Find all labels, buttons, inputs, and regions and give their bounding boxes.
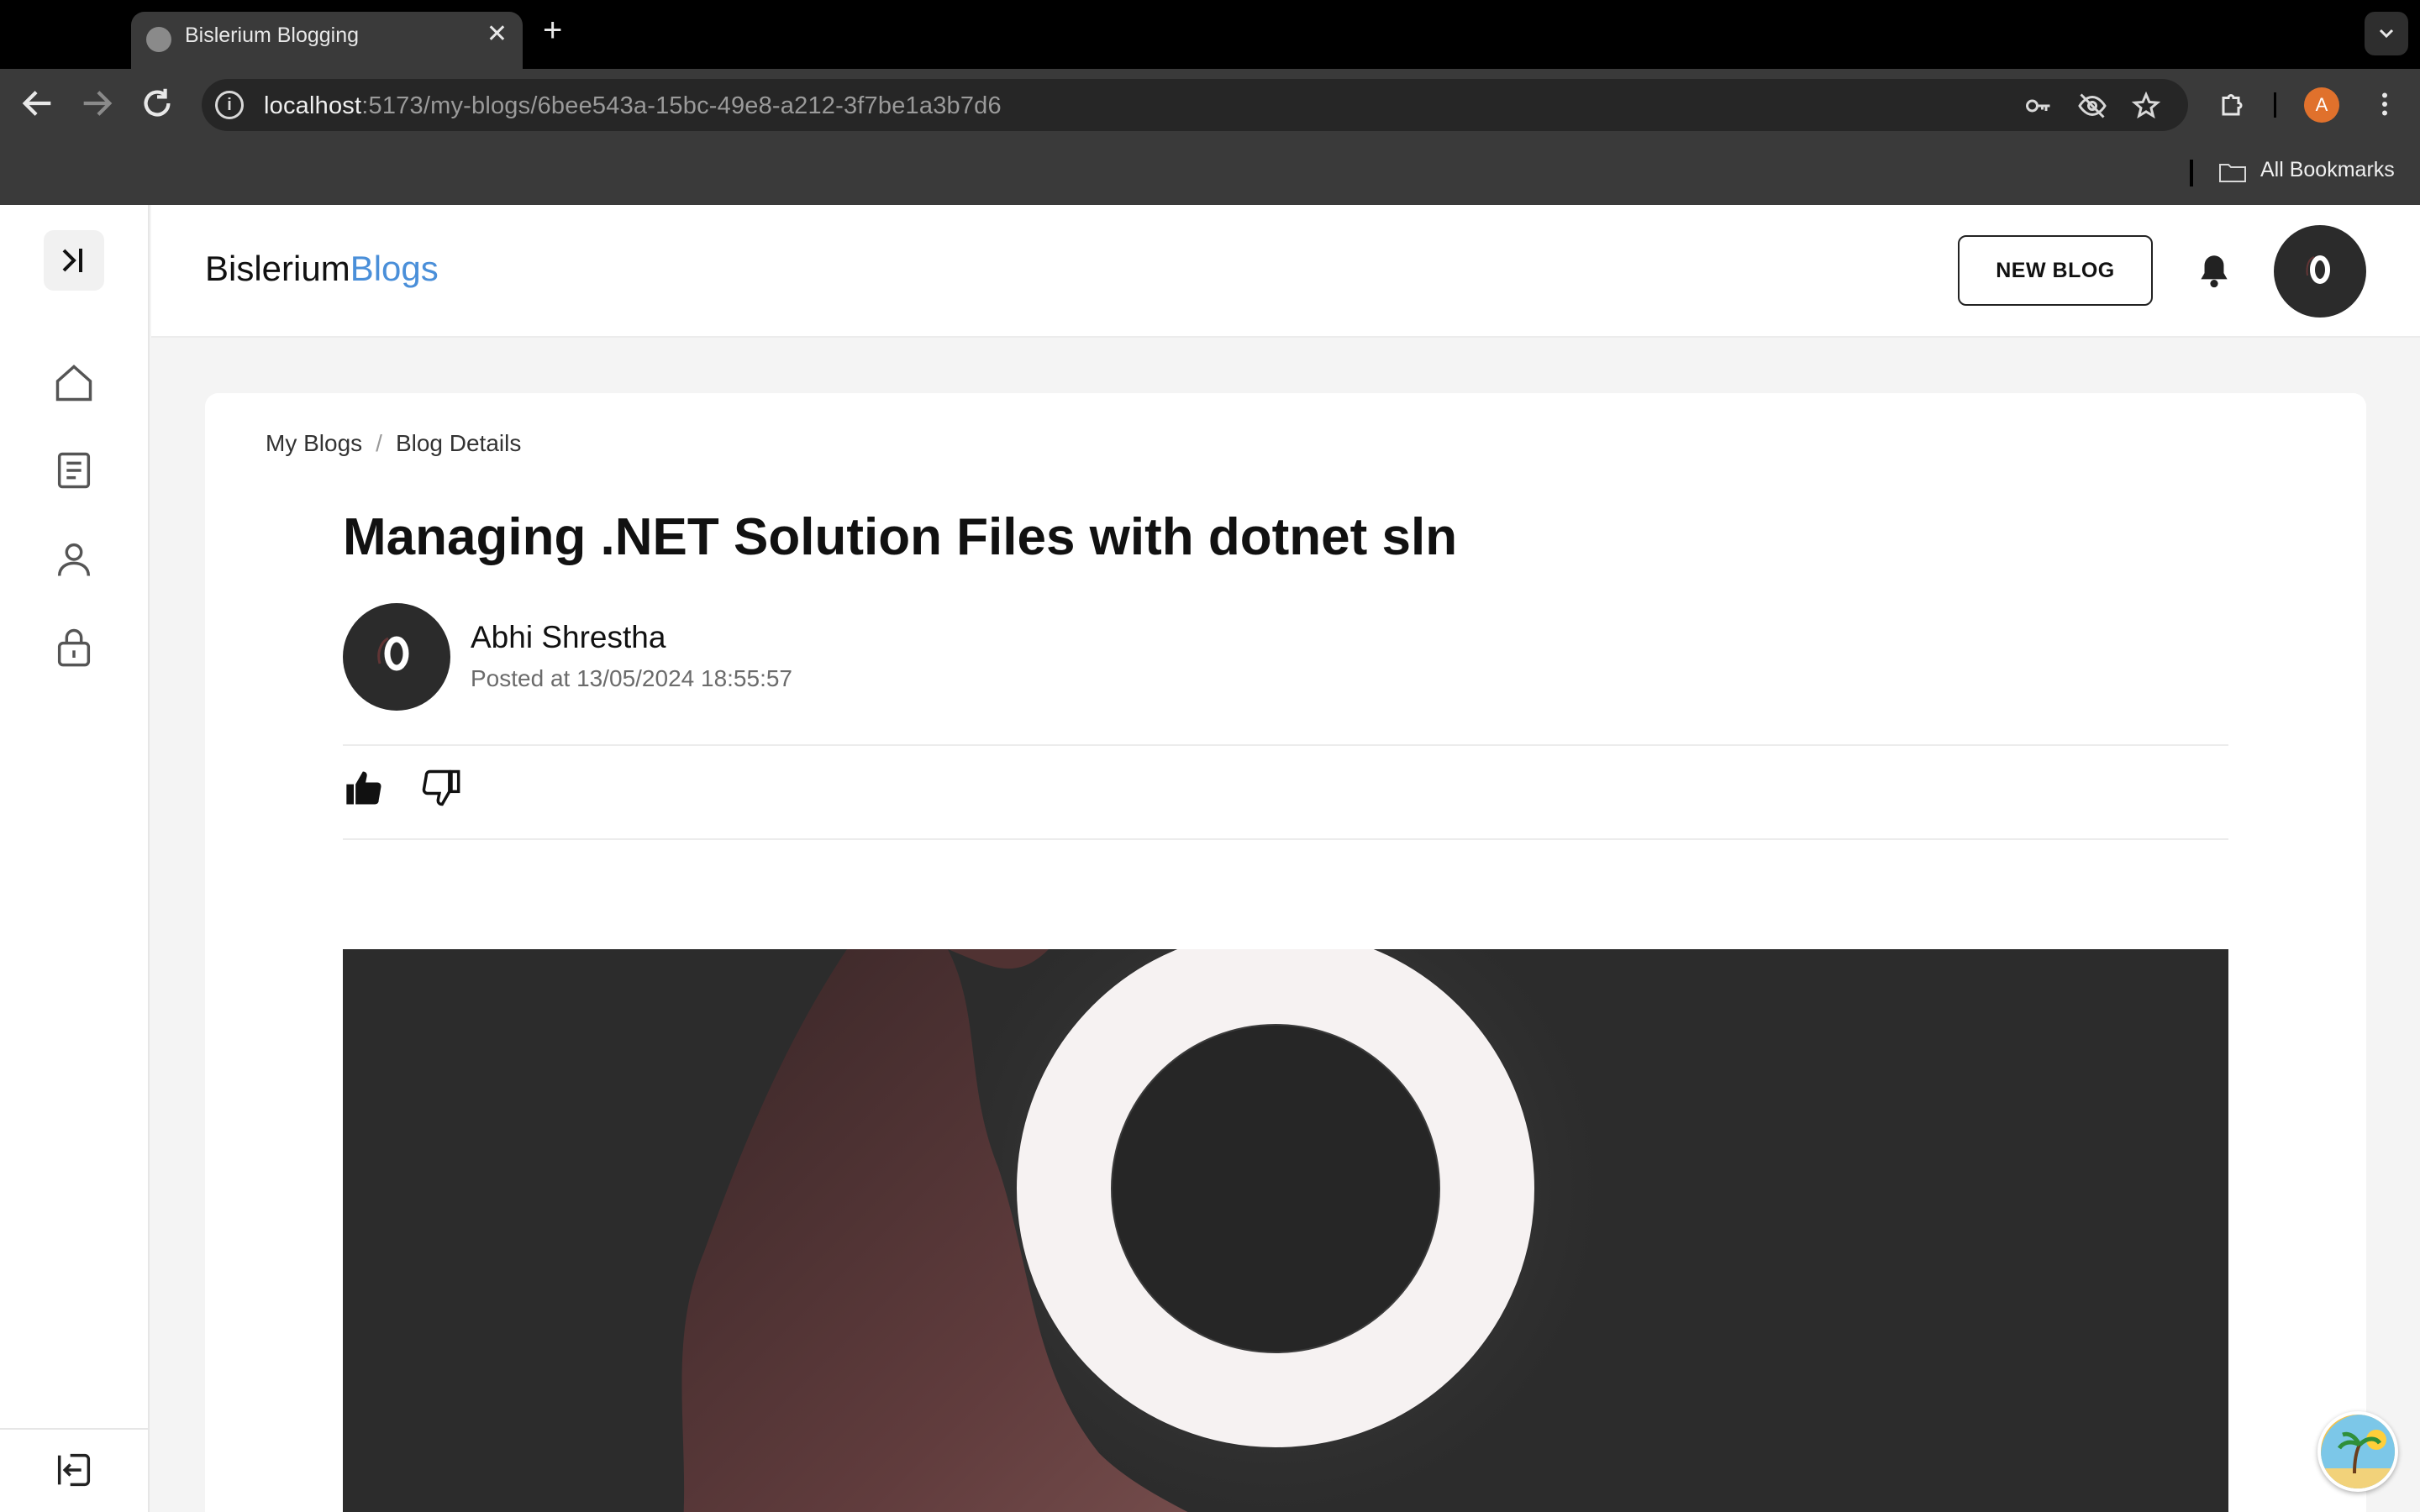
divider — [343, 744, 2228, 746]
post-title: Managing .NET Solution Files with dotnet… — [343, 508, 1458, 566]
sidebar — [0, 205, 150, 1512]
thumbs-down-icon[interactable] — [418, 766, 462, 810]
chevron-down-icon — [2379, 29, 2394, 39]
ring-light-hand-photo — [343, 949, 2228, 1512]
expand-sidebar-icon — [62, 249, 82, 272]
extensions-puzzle-icon[interactable] — [2218, 89, 2249, 119]
breadcrumb: My Blogs / Blog Details — [266, 430, 521, 457]
ring-light-avatar-image — [377, 636, 409, 671]
brand-logo[interactable]: BisleriumBlogs — [205, 249, 439, 289]
floating-assistant-icon[interactable] — [2317, 1411, 2398, 1492]
beach-palm-icon — [2321, 1415, 2395, 1488]
forward-arrow-icon[interactable] — [77, 84, 116, 123]
logout-icon[interactable] — [52, 1448, 96, 1492]
notification-bell-icon[interactable] — [2193, 250, 2235, 292]
divider — [343, 838, 2228, 840]
author-avatar[interactable] — [343, 603, 450, 711]
home-icon[interactable] — [52, 361, 96, 405]
bookmarks-bar: All Bookmarks — [0, 138, 2420, 205]
posted-timestamp: Posted at 13/05/2024 18:55:57 — [471, 665, 792, 691]
new-tab-icon[interactable]: + — [543, 13, 562, 47]
breadcrumb-my-blogs[interactable]: My Blogs — [266, 430, 362, 456]
user-avatar[interactable] — [2274, 225, 2366, 318]
sidebar-toggle-button[interactable] — [44, 230, 104, 291]
eye-off-icon[interactable] — [2077, 91, 2107, 121]
site-info-icon[interactable]: i — [215, 91, 244, 119]
user-icon[interactable] — [52, 538, 96, 581]
blog-detail-card: My Blogs / Blog Details Managing .NET Solu… — [205, 393, 2366, 1512]
sidebar-divider — [0, 1428, 150, 1430]
blog-cover-image — [343, 949, 2228, 1512]
breadcrumb-blog-details: Blog Details — [395, 430, 522, 456]
thumbs-up-icon[interactable] — [343, 766, 387, 810]
bookmarks-divider — [2190, 160, 2193, 186]
document-icon[interactable] — [52, 449, 96, 492]
reload-icon[interactable] — [138, 84, 176, 123]
new-blog-button[interactable]: NEW BLOG — [1958, 235, 2153, 306]
ring-light-avatar-image — [2306, 255, 2330, 284]
breadcrumb-separator: / — [376, 430, 382, 456]
folder-icon — [2219, 164, 2246, 182]
app-header: BisleriumBlogs NEW BLOG — [151, 205, 2420, 338]
tab-search-button[interactable] — [2365, 12, 2408, 55]
url-text: localhost:5173/my-blogs/6bee543a-15bc-49… — [264, 92, 1002, 119]
browser-toolbar: i localhost:5173/my-blogs/6bee543a-15bc-… — [0, 69, 2420, 138]
profile-avatar[interactable]: A — [2304, 87, 2339, 123]
author-name: Abhi Shrestha — [471, 620, 666, 654]
more-menu-icon[interactable] — [2370, 89, 2400, 119]
browser-tab[interactable]: Bislerium Blogging ✕ — [131, 12, 523, 69]
lock-icon[interactable] — [52, 625, 96, 669]
tab-title: Bislerium Blogging — [185, 24, 360, 47]
key-icon[interactable] — [2023, 91, 2054, 121]
globe-icon — [146, 27, 171, 52]
all-bookmarks-link[interactable]: All Bookmarks — [2260, 158, 2395, 182]
address-bar[interactable]: i localhost:5173/my-blogs/6bee543a-15bc-… — [202, 79, 2188, 131]
bookmark-star-icon[interactable] — [2131, 91, 2161, 121]
toolbar-divider — [2274, 92, 2276, 118]
close-tab-icon[interactable]: ✕ — [487, 22, 508, 47]
browser-tab-strip: Bislerium Blogging ✕ + — [0, 0, 2420, 69]
back-arrow-icon[interactable] — [18, 84, 57, 123]
